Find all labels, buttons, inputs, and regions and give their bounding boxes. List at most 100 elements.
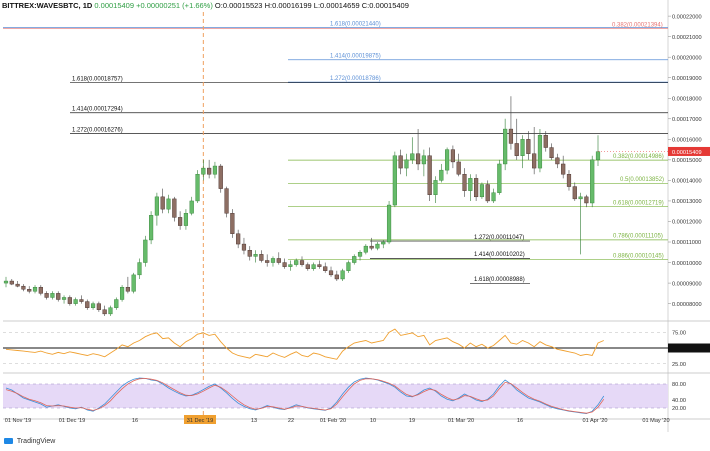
candle-body xyxy=(73,299,78,304)
price-tick-label: 0.00017000 xyxy=(672,117,702,123)
price-tick-label: 0.00019000 xyxy=(672,76,702,82)
tradingview-logo-icon xyxy=(4,438,13,445)
candle-body xyxy=(9,280,14,285)
candle-body xyxy=(352,256,357,263)
fib-level-label: 0.618(0.00012719) xyxy=(613,201,664,207)
candle-body xyxy=(201,167,206,175)
candle-body xyxy=(555,157,560,165)
time-tick-label: 01 Nov '19 xyxy=(5,418,32,424)
candle-body xyxy=(497,163,502,193)
candle-body xyxy=(44,293,49,298)
candle-body xyxy=(224,188,229,214)
time-tick-label: 01 Apr '20 xyxy=(582,418,607,424)
candle-body xyxy=(317,264,322,267)
candle-body xyxy=(503,128,508,165)
time-tick-label: 16 xyxy=(517,418,523,424)
price-tick-label: 0.00018000 xyxy=(672,96,702,102)
candle-body xyxy=(137,262,142,276)
candle-body xyxy=(282,262,287,267)
fib-level-label: 1.618(0.00021440) xyxy=(330,21,381,27)
candle-body xyxy=(479,184,485,198)
fib-level-label: 1.414(0.00010202) xyxy=(474,252,525,258)
candle-body xyxy=(439,169,444,181)
candle-body xyxy=(323,266,328,271)
candle-body xyxy=(491,192,496,202)
candle-body xyxy=(154,196,159,216)
candle-body xyxy=(566,174,572,187)
candle-body xyxy=(178,217,183,226)
time-tick-label: 01 May '20 xyxy=(642,418,669,424)
fib-level-label: 1.414(0.00019875) xyxy=(330,54,381,60)
candle-body xyxy=(346,262,351,271)
candle-body xyxy=(3,280,9,284)
candle-body xyxy=(102,309,107,315)
candle-body xyxy=(572,186,577,200)
candle-body xyxy=(236,233,241,245)
candle-body xyxy=(445,149,450,171)
candle-body xyxy=(270,258,276,263)
stoch-band-fill xyxy=(3,384,668,408)
candle-body xyxy=(247,250,252,257)
fib-level-label: 0.382(0.00021394) xyxy=(612,22,663,28)
candle-body xyxy=(143,239,148,263)
candle-body xyxy=(207,167,212,175)
candle-body xyxy=(67,297,72,304)
rsi-line xyxy=(5,328,604,360)
candle-body xyxy=(462,174,467,191)
price-tick-label: 0.00008000 xyxy=(672,302,702,308)
candle-body xyxy=(381,241,386,245)
candle-body xyxy=(514,143,519,156)
candle-body xyxy=(195,174,200,202)
candle-body xyxy=(294,260,299,265)
candle-body xyxy=(526,139,531,154)
candle-body xyxy=(218,165,223,189)
fib-level-label: 1.272(0.00018786) xyxy=(330,76,381,82)
price-chart-svg[interactable]: 0.00022000 0.00021000 0.00020000 0.00019000… xyxy=(0,0,710,451)
candle-body xyxy=(520,139,525,156)
candle-body xyxy=(108,307,113,315)
candle-body xyxy=(21,285,26,290)
rsi-tick-label: 25.00 xyxy=(672,362,686,368)
candle-body xyxy=(590,159,595,204)
candle-body xyxy=(160,196,165,210)
rsi-reference-badge xyxy=(668,343,710,353)
price-tick-label: 0.00020000 xyxy=(672,55,702,61)
candle-body xyxy=(532,153,537,169)
candle-body xyxy=(410,153,415,161)
candle-body xyxy=(56,293,61,300)
candle-body xyxy=(38,286,43,294)
fib-level-label: 0.382(0.00014986) xyxy=(613,154,664,160)
candle-body xyxy=(259,254,264,261)
time-tick-label: 01 Mar '20 xyxy=(448,418,474,424)
candle-body xyxy=(183,213,189,226)
candle-body xyxy=(253,254,258,257)
time-tick-label: 19 xyxy=(409,418,415,424)
candle-body xyxy=(265,260,270,263)
candle-body xyxy=(427,155,432,195)
tradingview-logo-text: TradingView xyxy=(16,438,56,445)
candle-body xyxy=(340,270,345,280)
candle-body xyxy=(149,215,154,241)
candle-body xyxy=(328,270,334,276)
price-tick-label: 0.00009000 xyxy=(672,281,702,287)
fib-level-label: 1.272(0.00016276) xyxy=(72,127,123,133)
price-tick-label: 0.00013000 xyxy=(672,199,702,205)
candle-body xyxy=(415,153,421,165)
stoch-tick-label: 20.00 xyxy=(672,406,686,412)
candle-body xyxy=(32,286,38,292)
candle-body xyxy=(537,135,543,169)
candle-body xyxy=(561,163,566,175)
tradingview-logo: TradingView xyxy=(4,438,55,445)
candle-body xyxy=(230,213,235,234)
candle-body xyxy=(578,196,583,200)
fib-level-label: 0.786(0.00011105) xyxy=(613,234,663,240)
candle-body xyxy=(456,161,461,175)
candle-body xyxy=(398,155,403,169)
price-tick-label: 0.00014000 xyxy=(672,179,702,185)
candle-body xyxy=(299,260,305,265)
candle-body xyxy=(119,286,125,300)
time-tick-label: 31 Dec '19 xyxy=(187,418,214,424)
time-tick-label: 16 xyxy=(132,418,138,424)
candle-body xyxy=(241,243,247,251)
candle-body xyxy=(474,178,479,198)
